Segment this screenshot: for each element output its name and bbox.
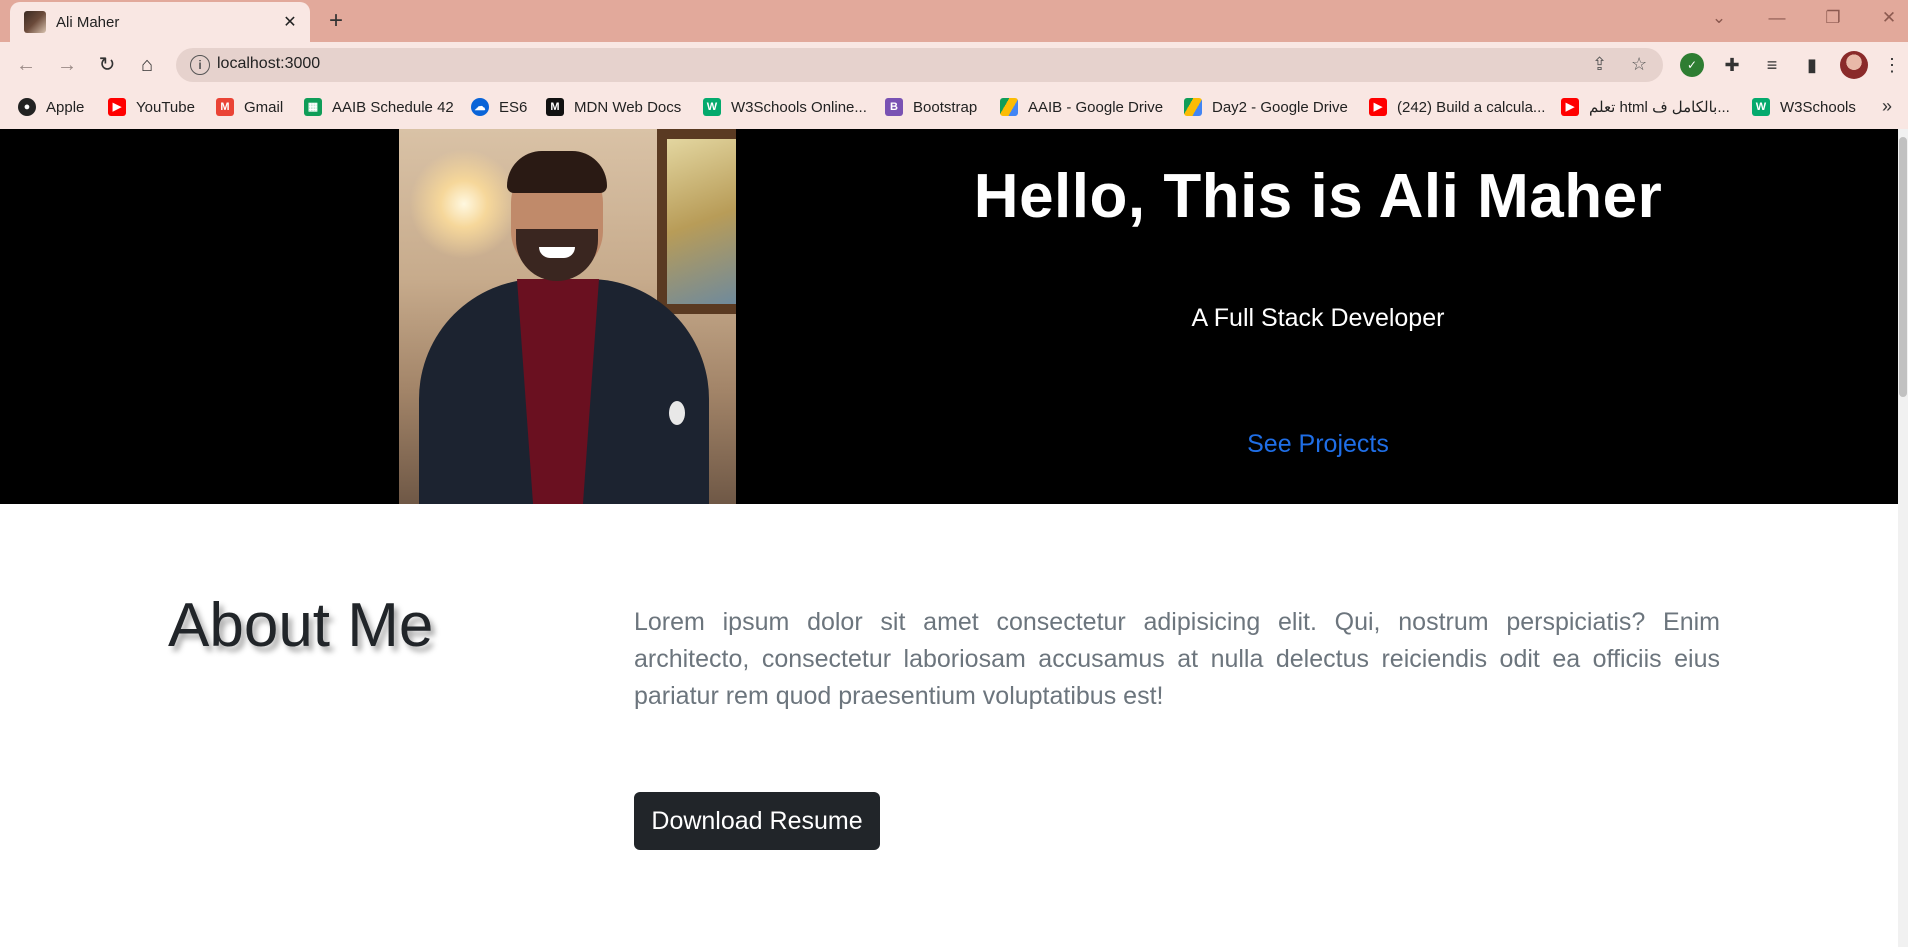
menu-kebab-icon[interactable]: ⋮ <box>1880 53 1904 77</box>
home-icon[interactable]: ⌂ <box>133 51 161 79</box>
media-queue-icon[interactable]: ≡ <box>1760 53 1784 77</box>
address-bar[interactable]: i localhost:3000 ⇪ ☆ <box>176 48 1663 82</box>
bookmark-w3schools-online[interactable]: W W3Schools Online... <box>703 98 867 116</box>
reload-icon[interactable]: ↻ <box>93 51 121 79</box>
bookmark-label: AAIB - Google Drive <box>1028 98 1164 116</box>
bookmark-label: ES6 <box>499 98 528 116</box>
bookmark-label: AAIB Schedule 42 <box>332 98 454 116</box>
tab-favicon-icon <box>24 11 46 33</box>
side-panel-icon[interactable]: ▮ <box>1800 53 1824 77</box>
hero-title: Hello, This is Ali Maher <box>973 162 1663 231</box>
tab-title: Ali Maher <box>56 13 120 31</box>
bookmark-gmail[interactable]: M Gmail <box>216 98 283 116</box>
bookmark-label: MDN Web Docs <box>574 98 682 116</box>
bookmark-mdn[interactable]: M MDN Web Docs <box>546 98 681 116</box>
scrollbar-thumb[interactable] <box>1899 137 1907 397</box>
w3schools-icon: W <box>703 98 721 116</box>
mdn-icon: M <box>546 98 564 116</box>
close-window-button[interactable]: ✕ <box>1869 8 1908 28</box>
site-info-icon[interactable]: i <box>190 55 210 75</box>
share-icon[interactable]: ⇪ <box>1592 54 1607 75</box>
youtube-icon: ▶ <box>1369 98 1387 116</box>
back-icon[interactable]: ← <box>12 51 40 79</box>
tab-strip: Ali Maher ✕ + ⌄ — ❐ ✕ <box>0 0 1908 42</box>
bookmark-w3schools[interactable]: W W3Schools <box>1752 98 1856 116</box>
bookmark-aaib-schedule[interactable]: ▦ AAIB Schedule 42 <box>304 98 454 116</box>
bookmark-aaib-drive[interactable]: AAIB - Google Drive <box>1000 98 1163 116</box>
bookmark-label: Apple <box>46 98 85 116</box>
hero-section: Hello, This is Ali Maher A Full Stack De… <box>0 129 1898 504</box>
bookmark-label: تعلم html بالكامل ف... <box>1589 99 1730 116</box>
bootstrap-icon: B <box>885 98 903 116</box>
bookmark-star-icon[interactable]: ☆ <box>1631 54 1647 75</box>
page-scrollbar[interactable] <box>1898 129 1908 947</box>
new-tab-button[interactable]: + <box>322 7 350 35</box>
browser-tab[interactable]: Ali Maher ✕ <box>10 2 310 42</box>
bookmarks-bar: ● Apple ▶ YouTube M Gmail ▦ AAIB Schedul… <box>0 88 1908 130</box>
tab-search-icon[interactable]: ⌄ <box>1699 8 1739 28</box>
about-text: Lorem ipsum dolor sit amet consectetur a… <box>634 608 1720 710</box>
hero-subtitle: A Full Stack Developer <box>1191 304 1445 332</box>
google-drive-icon <box>1184 98 1202 116</box>
bookmark-label: (242) Build a calcula... <box>1397 98 1546 116</box>
restore-button[interactable]: ❐ <box>1813 8 1853 28</box>
w3schools-icon: W <box>1752 98 1770 116</box>
bookmark-apple[interactable]: ● Apple <box>18 98 84 116</box>
bookmark-bootstrap[interactable]: B Bootstrap <box>885 98 977 116</box>
apple-icon: ● <box>18 98 36 116</box>
forward-icon[interactable]: → <box>53 51 81 79</box>
browser-toolbar: ← → ↻ ⌂ i localhost:3000 ⇪ ☆ ✓ ✚ ≡ ▮ ⋮ <box>0 42 1908 88</box>
see-projects-link[interactable]: See Projects <box>738 430 1898 459</box>
extension-green-icon[interactable]: ✓ <box>1680 53 1704 77</box>
minimize-button[interactable]: — <box>1757 8 1797 28</box>
sheets-icon: ▦ <box>304 98 322 116</box>
profile-avatar[interactable] <box>1840 51 1868 79</box>
more-bookmarks-icon[interactable]: » <box>1882 96 1892 117</box>
bookmark-day2-drive[interactable]: Day2 - Google Drive <box>1184 98 1348 116</box>
bookmark-label: W3Schools Online... <box>731 98 867 116</box>
onedrive-icon: ☁ <box>471 98 489 116</box>
close-tab-icon[interactable]: ✕ <box>278 12 302 32</box>
bookmark-calculator-video[interactable]: ▶ (242) Build a calcula... <box>1369 98 1545 116</box>
address-url[interactable]: localhost:3000 <box>217 55 320 73</box>
google-drive-icon <box>1000 98 1018 116</box>
bookmark-youtube[interactable]: ▶ YouTube <box>108 98 195 116</box>
youtube-icon: ▶ <box>1561 98 1579 116</box>
bookmark-label: YouTube <box>136 98 195 116</box>
bookmark-label: Gmail <box>244 98 284 116</box>
bookmark-label: Bootstrap <box>913 98 978 116</box>
download-resume-button[interactable]: Download Resume <box>634 792 880 850</box>
bookmark-label: Day2 - Google Drive <box>1212 98 1348 116</box>
profile-photo <box>399 129 736 504</box>
about-title: About Me <box>168 591 434 660</box>
extensions-puzzle-icon[interactable]: ✚ <box>1720 53 1744 77</box>
bookmark-html-course[interactable]: ▶ تعلم html بالكامل ف... <box>1561 98 1730 116</box>
bookmark-label: W3Schools <box>1780 98 1856 116</box>
gmail-icon: M <box>216 98 234 116</box>
youtube-icon: ▶ <box>108 98 126 116</box>
bookmark-es6[interactable]: ☁ ES6 <box>471 98 527 116</box>
